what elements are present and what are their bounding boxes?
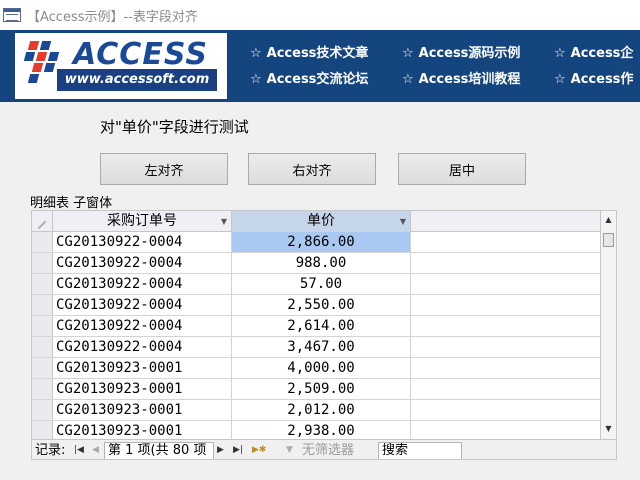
- empty-cell: [411, 274, 602, 294]
- column-header-row: 采购订单号 ▼ 单价 ▼: [32, 211, 602, 232]
- table-row: CG20130923-0001 2,012.00: [32, 400, 602, 421]
- order-no-cell[interactable]: CG20130923-0001: [53, 400, 232, 420]
- price-cell[interactable]: 57.00: [232, 274, 411, 294]
- access-window: 【Access示例】--表字段对齐 ACCESS www.accessoft.c…: [0, 0, 640, 480]
- logo-url: www.accessoft.com: [57, 69, 217, 91]
- star-icon: ☆: [250, 72, 262, 87]
- order-no-cell[interactable]: CG20130922-0004: [53, 295, 232, 315]
- empty-cell: [411, 337, 602, 357]
- order-no-cell[interactable]: CG20130923-0001: [53, 379, 232, 399]
- table-row: CG20130922-0004 57.00: [32, 274, 602, 295]
- nav-link-training[interactable]: ☆ Access培训教程: [402, 68, 520, 87]
- title-bar: 【Access示例】--表字段对齐: [0, 0, 640, 30]
- record-selector[interactable]: [32, 295, 53, 315]
- star-icon: ☆: [402, 72, 414, 87]
- column-header-order-no[interactable]: 采购订单号 ▼: [53, 211, 232, 232]
- star-icon: ☆: [250, 46, 262, 61]
- price-cell[interactable]: 4,000.00: [232, 358, 411, 378]
- price-cell[interactable]: 988.00: [232, 253, 411, 273]
- vertical-scrollbar[interactable]: ▲ ▼: [600, 211, 616, 439]
- record-selector[interactable]: [32, 316, 53, 336]
- nav-link-forum[interactable]: ☆ Access交流论坛: [250, 68, 368, 87]
- datasheet-subform: 采购订单号 ▼ 单价 ▼ CG20130922-0004 2,866.00 CG20…: [31, 210, 617, 460]
- logo-word: ACCESS: [73, 37, 208, 72]
- align-right-button[interactable]: 右对齐: [248, 153, 376, 185]
- price-cell[interactable]: 2,509.00: [232, 379, 411, 399]
- logo-mark-icon: [23, 41, 61, 83]
- star-icon: ☆: [554, 46, 566, 61]
- table-row: CG20130922-0004 988.00: [32, 253, 602, 274]
- price-cell[interactable]: 2,012.00: [232, 400, 411, 420]
- order-no-cell[interactable]: CG20130923-0001: [53, 421, 232, 441]
- order-no-cell[interactable]: CG20130922-0004: [53, 253, 232, 273]
- empty-cell: [411, 253, 602, 273]
- banner-nav: ☆ Access技术文章 ☆ Access源码示例 ☆ Access企 ☆ Access…: [242, 30, 640, 102]
- empty-cell: [411, 379, 602, 399]
- record-selector[interactable]: [32, 337, 53, 357]
- table-row: CG20130922-0004 3,467.00: [32, 337, 602, 358]
- price-cell[interactable]: 2,550.00: [232, 295, 411, 315]
- subform-label: 明细表 子窗体: [30, 196, 113, 211]
- filter-status[interactable]: 无筛选器: [302, 440, 354, 459]
- form-icon[interactable]: [3, 8, 21, 22]
- window-title: 【Access示例】--表字段对齐: [27, 9, 198, 25]
- empty-cell: [411, 295, 602, 315]
- empty-cell: [411, 232, 602, 252]
- price-cell[interactable]: 2,938.00: [232, 421, 411, 441]
- order-no-cell[interactable]: CG20130922-0004: [53, 274, 232, 294]
- current-record-field[interactable]: 第 1 项(共 80 项: [104, 442, 214, 459]
- nav-link-articles[interactable]: ☆ Access技术文章: [250, 42, 368, 61]
- record-selector[interactable]: [32, 274, 53, 294]
- order-no-cell[interactable]: CG20130922-0004: [53, 232, 232, 252]
- select-all-corner[interactable]: [32, 211, 53, 232]
- previous-record-icon[interactable]: ◀: [92, 440, 99, 459]
- record-navigator: 记录: |◀ ◀ 第 1 项(共 80 项 ▶ ▶| ▶✱ ▼ 无筛选器 搜索: [32, 439, 616, 459]
- record-selector[interactable]: [32, 379, 53, 399]
- empty-cell: [411, 316, 602, 336]
- table-row: CG20130922-0004 2,866.00: [32, 232, 602, 253]
- star-icon: ☆: [402, 46, 414, 61]
- form-title: 对"单价"字段进行测试: [100, 118, 249, 136]
- column-header-price[interactable]: 单价 ▼: [232, 211, 411, 232]
- next-record-icon[interactable]: ▶: [217, 440, 224, 459]
- search-input[interactable]: 搜索: [378, 442, 462, 459]
- table-row: CG20130922-0004 2,614.00: [32, 316, 602, 337]
- table-row: CG20130923-0001 2,509.00: [32, 379, 602, 400]
- table-row: CG20130922-0004 2,550.00: [32, 295, 602, 316]
- last-record-icon[interactable]: ▶|: [233, 440, 243, 459]
- empty-cell: [411, 421, 602, 441]
- new-record-icon[interactable]: ▶✱: [252, 440, 266, 459]
- nav-link-works[interactable]: ☆ Access作: [554, 68, 633, 87]
- order-no-cell[interactable]: CG20130923-0001: [53, 358, 232, 378]
- order-no-cell[interactable]: CG20130922-0004: [53, 337, 232, 357]
- dropdown-arrow-icon[interactable]: ▼: [400, 211, 406, 232]
- record-selector[interactable]: [32, 358, 53, 378]
- filter-icon: ▼: [286, 445, 293, 455]
- star-icon: ☆: [554, 72, 566, 87]
- banner: ACCESS www.accessoft.com ☆ Access技术文章 ☆ Ac…: [0, 30, 640, 102]
- scroll-down-icon[interactable]: ▼: [603, 423, 614, 434]
- table-row: CG20130923-0001 4,000.00: [32, 358, 602, 379]
- align-left-button[interactable]: 左对齐: [100, 153, 228, 185]
- empty-cell: [411, 358, 602, 378]
- nav-link-enterprise[interactable]: ☆ Access企: [554, 42, 633, 61]
- record-selector[interactable]: [32, 253, 53, 273]
- record-label: 记录:: [35, 443, 66, 458]
- price-cell[interactable]: 3,467.00: [232, 337, 411, 357]
- scroll-up-icon[interactable]: ▲: [603, 214, 614, 225]
- record-selector[interactable]: [32, 400, 53, 420]
- order-no-cell[interactable]: CG20130922-0004: [53, 316, 232, 336]
- record-selector[interactable]: [32, 421, 53, 441]
- record-selector[interactable]: [32, 232, 53, 252]
- price-cell[interactable]: 2,614.00: [232, 316, 411, 336]
- dropdown-arrow-icon[interactable]: ▼: [221, 211, 227, 232]
- nav-link-source[interactable]: ☆ Access源码示例: [402, 42, 520, 61]
- scroll-thumb[interactable]: [603, 233, 614, 247]
- empty-cell: [411, 400, 602, 420]
- align-center-button[interactable]: 居中: [398, 153, 526, 185]
- access-logo[interactable]: ACCESS www.accessoft.com: [15, 33, 227, 99]
- price-cell[interactable]: 2,866.00: [232, 232, 411, 252]
- first-record-icon[interactable]: |◀: [74, 440, 84, 459]
